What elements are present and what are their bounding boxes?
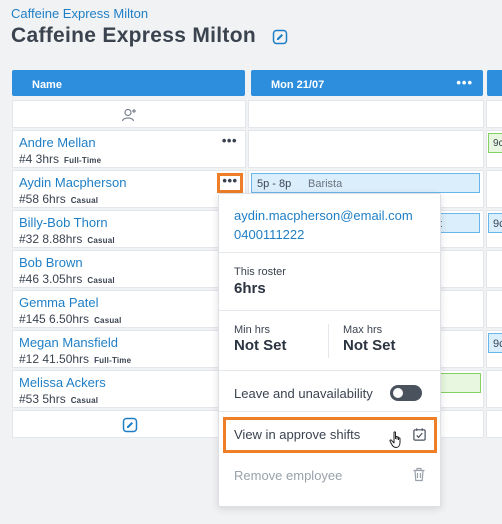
employee-name[interactable]: Gemma Patel	[19, 295, 98, 310]
employee-email-link[interactable]: aydin.macpherson@email.com	[234, 208, 413, 223]
approve-check-icon	[413, 428, 426, 441]
employee-name[interactable]: Megan Mansfield	[19, 335, 118, 350]
leave-unavailability-label: Leave and unavailability	[234, 386, 373, 401]
employment-type: Casual	[70, 396, 99, 405]
next-day-cell[interactable]	[486, 250, 502, 288]
add-employee-icon[interactable]	[121, 107, 137, 123]
employee-options-button-active[interactable]: •••	[217, 173, 243, 193]
employment-type: Casual	[94, 316, 122, 325]
next-day-cell[interactable]	[486, 290, 502, 328]
employee-hours: #32 8.88hrs	[19, 232, 83, 246]
employee-name[interactable]: Melissa Ackers	[19, 375, 106, 390]
day-cell[interactable]	[248, 100, 484, 128]
employee-popup-menu: aydin.macpherson@email.com 0400111222 Th…	[218, 193, 442, 507]
next-day-cell[interactable]: 9c	[486, 210, 502, 248]
page-title: Caffeine Express Milton	[11, 24, 256, 47]
day-options-button[interactable]: •••	[456, 75, 473, 90]
min-hrs-value: Not Set	[234, 337, 287, 354]
next-shift-block[interactable]: 9c	[488, 333, 502, 353]
employee-hours: #4 3hrs	[19, 152, 60, 166]
roster-page: Caffeine Express Milton Caffeine Express…	[0, 0, 502, 524]
toggle-knob	[393, 388, 403, 398]
max-hrs-value: Not Set	[343, 337, 396, 354]
employee-row[interactable]: Andre Mellan #4 3hrs Full-Time •••	[12, 130, 246, 168]
employee-name[interactable]: Aydin Macpherson	[19, 175, 126, 190]
next-day-column-header[interactable]	[487, 70, 502, 96]
employment-type: Casual	[70, 196, 99, 205]
next-day-cell[interactable]: 9c	[486, 130, 502, 168]
employee-meta: #32 8.88hrs Casual	[19, 232, 115, 246]
max-hrs-label: Max hrs	[343, 324, 383, 336]
employment-type: Full-Time	[94, 356, 132, 365]
hand-cursor-icon	[389, 431, 401, 448]
employee-meta: #4 3hrs Full-Time	[19, 152, 101, 166]
next-day-cell[interactable]	[486, 100, 502, 128]
divider	[219, 411, 442, 412]
employee-meta: #58 6hrs Casual	[19, 192, 98, 206]
employee-hours: #46 3.05hrs	[19, 272, 83, 286]
employee-name[interactable]: Bob Brown	[19, 255, 83, 270]
next-day-cell[interactable]: 9c	[486, 330, 502, 368]
divider	[219, 370, 442, 371]
employee-meta: #53 5hrs Casual	[19, 392, 98, 406]
day-header-label: Mon 21/07	[271, 79, 325, 91]
next-shift-text: 9c	[493, 338, 502, 350]
view-in-approve-shifts-item[interactable]: View in approve shifts	[223, 417, 437, 453]
next-shift-block[interactable]: 9c	[488, 213, 502, 233]
this-roster-label: This roster	[234, 266, 286, 278]
employee-meta: #145 6.50hrs Casual	[19, 312, 122, 326]
next-day-cell[interactable]	[486, 170, 502, 208]
employee-name[interactable]: Andre Mellan	[19, 135, 96, 150]
this-roster-value: 6hrs	[234, 280, 266, 297]
employee-row[interactable]: Melissa Ackers #53 5hrs Casual	[12, 370, 246, 408]
employee-hours: #12 41.50hrs	[19, 352, 90, 366]
edit-roster-icon[interactable]	[272, 29, 288, 45]
employee-meta: #12 41.50hrs Full-Time	[19, 352, 131, 366]
employment-type: Full-Time	[64, 156, 102, 165]
employee-hours: #53 5hrs	[19, 392, 66, 406]
breadcrumb[interactable]: Caffeine Express Milton	[11, 6, 148, 21]
next-shift-text: 9c	[493, 218, 502, 230]
employee-row[interactable]: Aydin Macpherson #58 6hrs Casual •••	[12, 170, 246, 208]
next-day-cell[interactable]	[486, 410, 502, 438]
next-day-cell[interactable]	[486, 370, 502, 408]
employee-row[interactable]: Megan Mansfield #12 41.50hrs Full-Time	[12, 330, 246, 368]
employee-hours: #145 6.50hrs	[19, 312, 90, 326]
next-shift-block[interactable]: 9c	[488, 133, 502, 153]
min-hrs-label: Min hrs	[234, 324, 271, 336]
employee-phone-link[interactable]: 0400111222	[234, 227, 304, 242]
edit-roster-icon[interactable]	[122, 417, 138, 433]
employment-type: Casual	[87, 276, 115, 285]
employee-hours: #58 6hrs	[19, 192, 66, 206]
employee-meta: #46 3.05hrs Casual	[19, 272, 115, 286]
add-row-cell[interactable]	[12, 410, 246, 438]
next-shift-text: 9c	[493, 138, 502, 149]
shift-block[interactable]: 5p - 8p Barista	[251, 173, 480, 193]
shift-role: Barista	[308, 178, 343, 190]
approve-shifts-label: View in approve shifts	[234, 427, 361, 442]
leave-unavailability-toggle[interactable]	[390, 385, 422, 401]
employment-type: Casual	[87, 236, 115, 245]
day-cell[interactable]	[248, 130, 484, 168]
day-column-header[interactable]: Mon 21/07 •••	[251, 70, 483, 96]
employee-row[interactable]: Billy-Bob Thorn #32 8.88hrs Casual	[12, 210, 246, 248]
shift-time: 5p - 8p	[257, 178, 292, 190]
employee-name[interactable]: Billy-Bob Thorn	[19, 215, 108, 230]
divider	[219, 252, 442, 253]
divider	[328, 324, 329, 358]
employee-row[interactable]: Gemma Patel #145 6.50hrs Casual	[12, 290, 246, 328]
name-header-label: Name	[32, 79, 62, 91]
trash-icon[interactable]	[412, 467, 426, 482]
divider	[219, 310, 442, 311]
name-column-header[interactable]: Name	[12, 70, 245, 96]
employee-row[interactable]: Bob Brown #46 3.05hrs Casual	[12, 250, 246, 288]
employee-options-button[interactable]: •••	[222, 133, 237, 148]
remove-employee-item[interactable]: Remove employee	[234, 468, 342, 483]
add-employee-cell[interactable]	[12, 100, 246, 128]
